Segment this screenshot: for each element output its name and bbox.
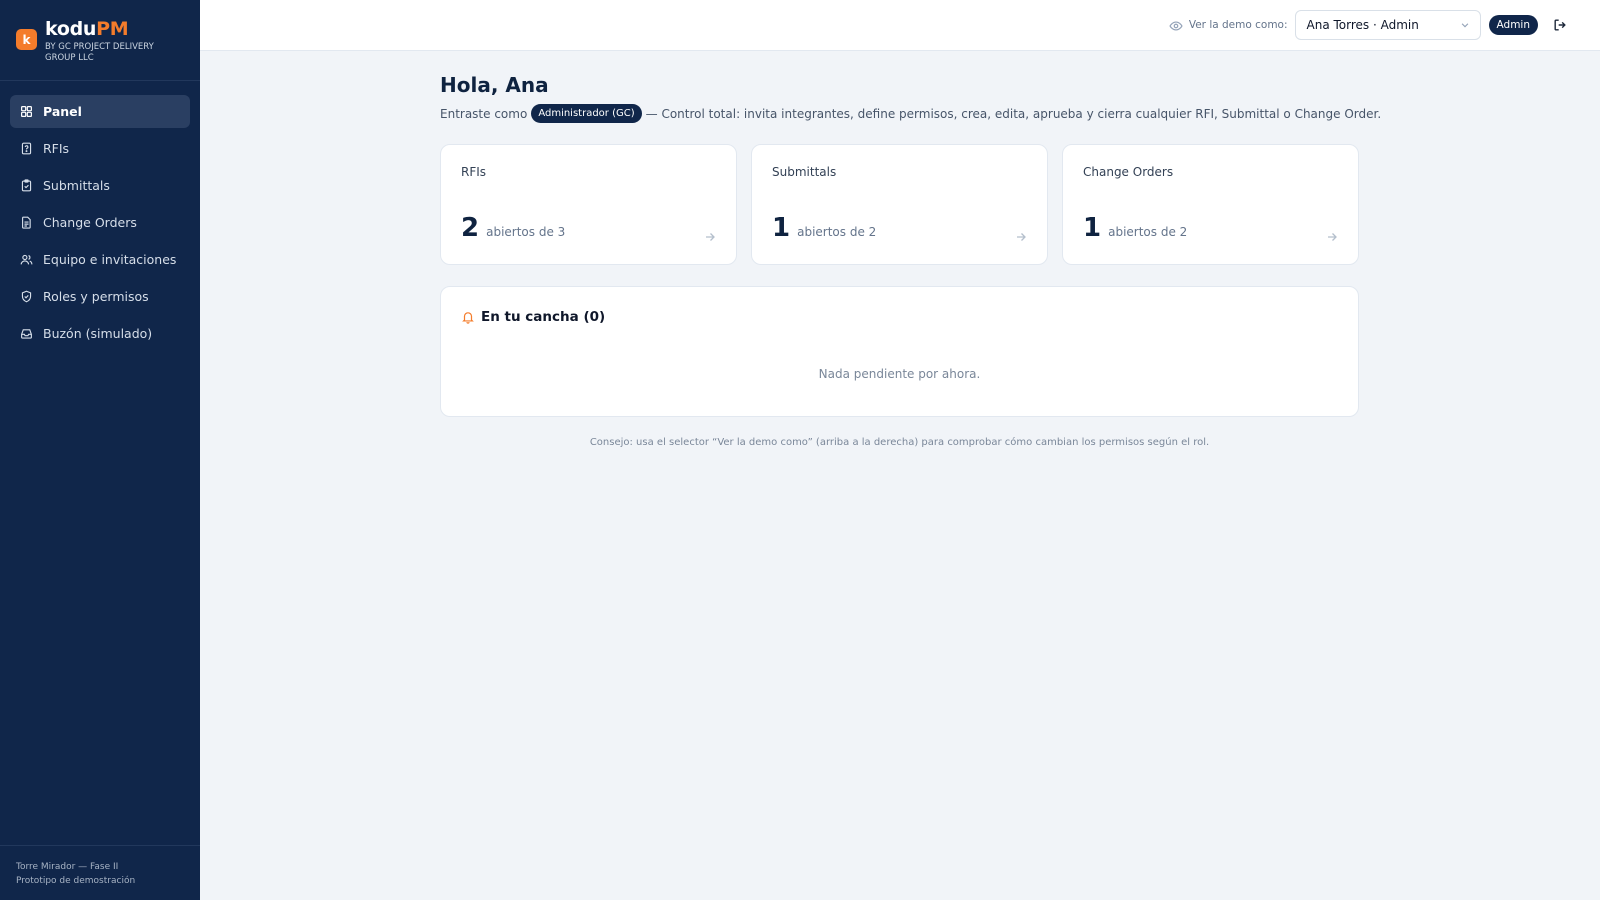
- top-header: Ver la demo como: Ana Torres · Admin Adm…: [200, 0, 1600, 51]
- arrow-right-icon: [706, 233, 715, 241]
- page-title: Hola, Ana: [440, 73, 549, 97]
- card-count: 1: [772, 213, 791, 243]
- intro-suffix: — Control total: invita integrantes, def…: [645, 106, 1382, 121]
- sidebar-item-label: Change Orders: [43, 215, 137, 230]
- sidebar-item-label: Panel: [43, 104, 82, 119]
- card-title: RFIs: [461, 165, 487, 179]
- prototype-note: Prototipo de demostración: [16, 876, 136, 886]
- clipboard-check-icon: [20, 179, 33, 192]
- brand-name-main: kodu: [45, 18, 97, 40]
- role-badge-inline: Administrador (GC): [531, 104, 642, 123]
- project-name: Torre Mirador — Fase II: [16, 862, 119, 872]
- card-subtitle: abiertos de 2: [797, 225, 877, 239]
- shield-check-icon: [20, 290, 33, 303]
- pending-empty-message: Nada pendiente por ahora.: [818, 367, 981, 381]
- demo-view-select[interactable]: Ana Torres · Admin: [1294, 10, 1481, 40]
- intro-text: Entraste como Administrador (GC) — Contr…: [440, 104, 1381, 123]
- role-badge: Admin: [1488, 15, 1538, 35]
- arrow-right-icon: [1017, 233, 1026, 241]
- brand-name: koduPM: [45, 18, 185, 40]
- sidebar-item-submittals[interactable]: Submittals: [10, 169, 190, 202]
- grid-icon: [20, 105, 33, 118]
- sidebar-item-inbox[interactable]: Buzón (simulado): [10, 317, 190, 350]
- arrow-right-icon: [1328, 233, 1337, 241]
- question-file-icon: [20, 142, 33, 155]
- sidebar-item-change-orders[interactable]: Change Orders: [10, 206, 190, 239]
- card-title: Submittals: [772, 165, 837, 179]
- card-submittals[interactable]: Submittals 1 abiertos de 2: [751, 144, 1048, 265]
- sidebar-item-label: RFIs: [43, 141, 70, 156]
- card-title: Change Orders: [1083, 165, 1174, 179]
- sidebar-item-rfis[interactable]: RFIs: [10, 132, 190, 165]
- sidebar: k koduPM BY GC PROJECT DELIVERY GROUP LL…: [0, 0, 200, 900]
- bell-icon: [462, 312, 474, 324]
- brand-subtitle: BY GC PROJECT DELIVERY GROUP LLC: [45, 42, 154, 63]
- demo-view-selected: Ana Torres · Admin: [1306, 18, 1419, 32]
- pending-title: En tu cancha (0): [481, 309, 606, 325]
- inbox-icon: [20, 327, 33, 340]
- sidebar-item-label: Roles y permisos: [43, 289, 149, 304]
- sidebar-item-label: Equipo e invitaciones: [43, 252, 177, 267]
- demo-view-label: Ver la demo como:: [1188, 19, 1288, 31]
- card-change-orders[interactable]: Change Orders 1 abiertos de 2: [1062, 144, 1359, 265]
- logout-icon[interactable]: [1552, 17, 1568, 33]
- sidebar-nav: Panel RFIs Submittals Change Orders Equi…: [0, 81, 200, 350]
- brand[interactable]: k koduPM BY GC PROJECT DELIVERY GROUP LL…: [0, 0, 200, 81]
- users-icon: [20, 253, 33, 266]
- card-count: 1: [1083, 213, 1102, 243]
- card-rfis[interactable]: RFIs 2 abiertos de 3: [440, 144, 737, 265]
- sidebar-item-roles[interactable]: Roles y permisos: [10, 280, 190, 313]
- card-count: 2: [461, 213, 480, 243]
- document-icon: [20, 216, 33, 229]
- main-content: Hola, Ana Entraste como Administrador (G…: [440, 51, 1381, 448]
- sidebar-item-panel[interactable]: Panel: [10, 95, 190, 128]
- eye-icon: [1169, 18, 1183, 32]
- sidebar-footer: Torre Mirador — Fase II Prototipo de dem…: [0, 845, 200, 900]
- sidebar-item-label: Submittals: [43, 178, 110, 193]
- card-subtitle: abiertos de 2: [1108, 225, 1188, 239]
- intro-prefix: Entraste como: [440, 106, 528, 121]
- brand-name-accent: PM: [96, 18, 129, 40]
- card-subtitle: abiertos de 3: [486, 225, 566, 239]
- brand-logo: k: [16, 29, 37, 50]
- summary-cards: RFIs 2 abiertos de 3 Submittals 1 abiert…: [440, 144, 1360, 265]
- pending-panel: En tu cancha (0) Nada pendiente por ahor…: [440, 286, 1359, 417]
- chevron-down-icon: [1461, 23, 1468, 28]
- tip-text: Consejo: usa el selector “Ver la demo co…: [589, 437, 1210, 448]
- sidebar-item-label: Buzón (simulado): [43, 326, 153, 341]
- sidebar-item-team[interactable]: Equipo e invitaciones: [10, 243, 190, 276]
